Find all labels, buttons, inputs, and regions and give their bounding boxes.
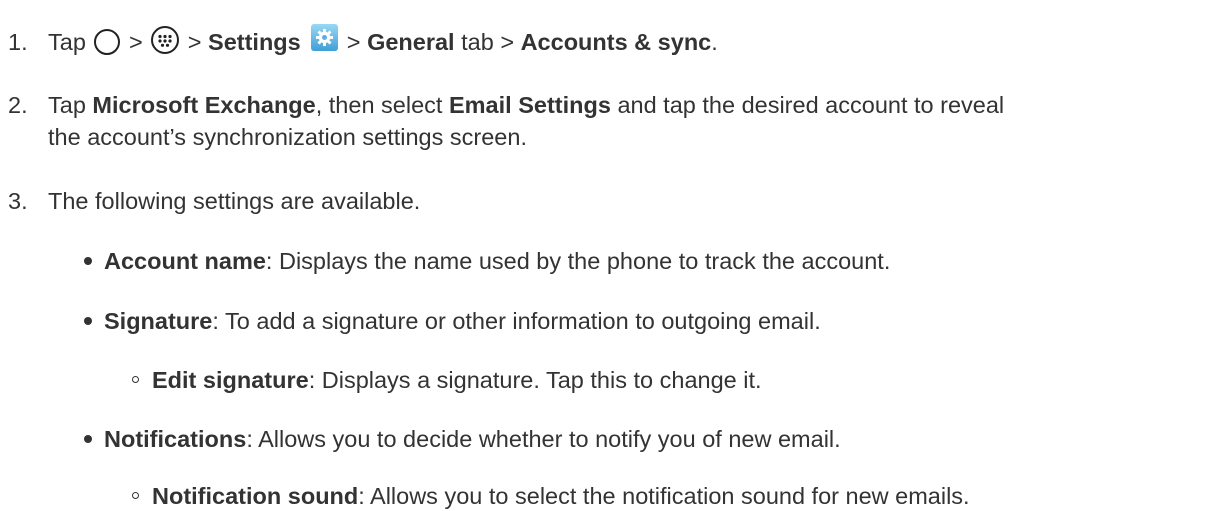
bullet-marker	[84, 257, 92, 265]
sub-bullet-marker	[132, 376, 139, 383]
bullet-term: Signature	[104, 308, 213, 334]
settings-label: Settings	[208, 29, 301, 55]
list-item-edit-signature: Edit signature: Displays a signature. Ta…	[152, 365, 762, 395]
accounts-sync-label: Accounts & sync	[520, 29, 712, 55]
step-text: and tap the desired account to reveal	[617, 92, 1005, 118]
step-text: Tap	[48, 92, 86, 118]
list-item-notification-sound: Notification sound: Allows you to select…	[152, 481, 970, 511]
bullet-desc: : Displays a signature. Tap this to chan…	[308, 367, 762, 393]
settings-icon	[311, 24, 339, 52]
list-item-notifications: Notifications: Allows you to decide whet…	[104, 424, 841, 454]
sub-bullet-marker	[132, 492, 139, 499]
bullet-desc: : Allows you to select the notification …	[358, 483, 970, 509]
step-2: 2. Tap Microsoft Exchange, then select Em…	[8, 90, 1004, 120]
bullet-marker	[84, 317, 92, 325]
step-number: 3.	[8, 188, 28, 214]
email-settings-label: Email Settings	[448, 92, 611, 118]
separator: >	[187, 29, 202, 55]
step-text: the account’s synchronization settings s…	[48, 124, 527, 150]
microsoft-exchange-label: Microsoft Exchange	[92, 92, 316, 118]
period: .	[711, 29, 718, 55]
bullet-desc: : Displays the name used by the phone to…	[265, 248, 891, 274]
tab-separator: tab >	[461, 29, 515, 55]
step-3: 3. The following settings are available.	[8, 186, 420, 216]
separator: >	[128, 29, 143, 55]
bullet-desc: : Allows you to decide whether to notify…	[246, 426, 841, 452]
general-label: General	[367, 29, 455, 55]
bullet-term: Notification sound	[152, 483, 359, 509]
step-text: Tap	[48, 29, 86, 55]
bullet-term: Notifications	[104, 426, 247, 452]
bullet-marker	[84, 435, 92, 443]
bullet-desc: : To add a signature or other informatio…	[212, 308, 821, 334]
step-number: 2.	[8, 92, 28, 118]
step-2-continuation: the account’s synchronization settings s…	[48, 122, 527, 152]
apps-icon	[151, 25, 180, 54]
step-1: 1. Tap > > Settings > General tab > Acco…	[8, 24, 718, 58]
bullet-term: Account name	[104, 248, 266, 274]
instruction-document: 1. Tap > > Settings > General tab > Acco…	[0, 0, 1221, 509]
step-text: The following settings are available.	[48, 188, 421, 214]
separator: >	[346, 29, 361, 55]
list-item-signature: Signature: To add a signature or other i…	[104, 306, 821, 336]
list-item-account-name: Account name: Displays the name used by …	[104, 246, 890, 276]
home-icon	[94, 28, 121, 55]
step-number: 1.	[8, 29, 28, 55]
bullet-term: Edit signature	[152, 367, 309, 393]
step-text: , then select	[315, 92, 443, 118]
